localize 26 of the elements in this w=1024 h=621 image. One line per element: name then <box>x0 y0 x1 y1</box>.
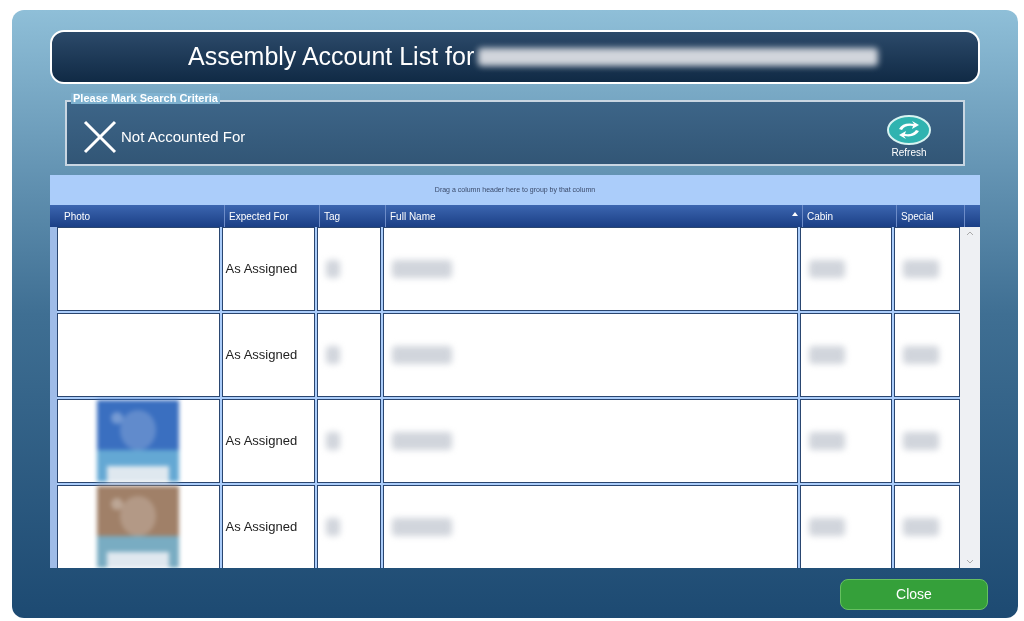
redacted-mark <box>808 432 845 450</box>
refresh-button[interactable]: Refresh <box>887 114 931 160</box>
redacted-mark <box>391 518 452 536</box>
window-title: Assembly Account List for <box>188 41 475 73</box>
table-cell: As Assigned <box>221 485 315 568</box>
redacted-mark <box>325 432 340 450</box>
table-cell: As Assigned <box>221 227 315 311</box>
criteria-legend: Please Mark Search Criteria <box>71 93 220 104</box>
redacted-mark <box>808 346 845 364</box>
redacted-mark <box>325 260 340 278</box>
redacted-mark <box>902 518 939 536</box>
table-cell: As Assigned <box>221 399 315 483</box>
redacted-mark <box>325 518 340 536</box>
redacted-mark <box>391 346 452 364</box>
option-label: Not Accounted For <box>121 126 246 147</box>
redacted-mark <box>391 432 452 450</box>
refresh-icon <box>887 114 931 145</box>
redacted-mark <box>325 346 340 364</box>
table-cell: As Assigned <box>221 313 315 397</box>
redacted-mark <box>808 260 845 278</box>
redacted-mark <box>902 260 939 278</box>
checkbox-x-icon[interactable] <box>83 120 117 154</box>
redacted-mark <box>391 260 452 278</box>
redacted-mark <box>902 432 939 450</box>
redacted-mark <box>902 346 939 364</box>
redacted-mark <box>808 518 845 536</box>
